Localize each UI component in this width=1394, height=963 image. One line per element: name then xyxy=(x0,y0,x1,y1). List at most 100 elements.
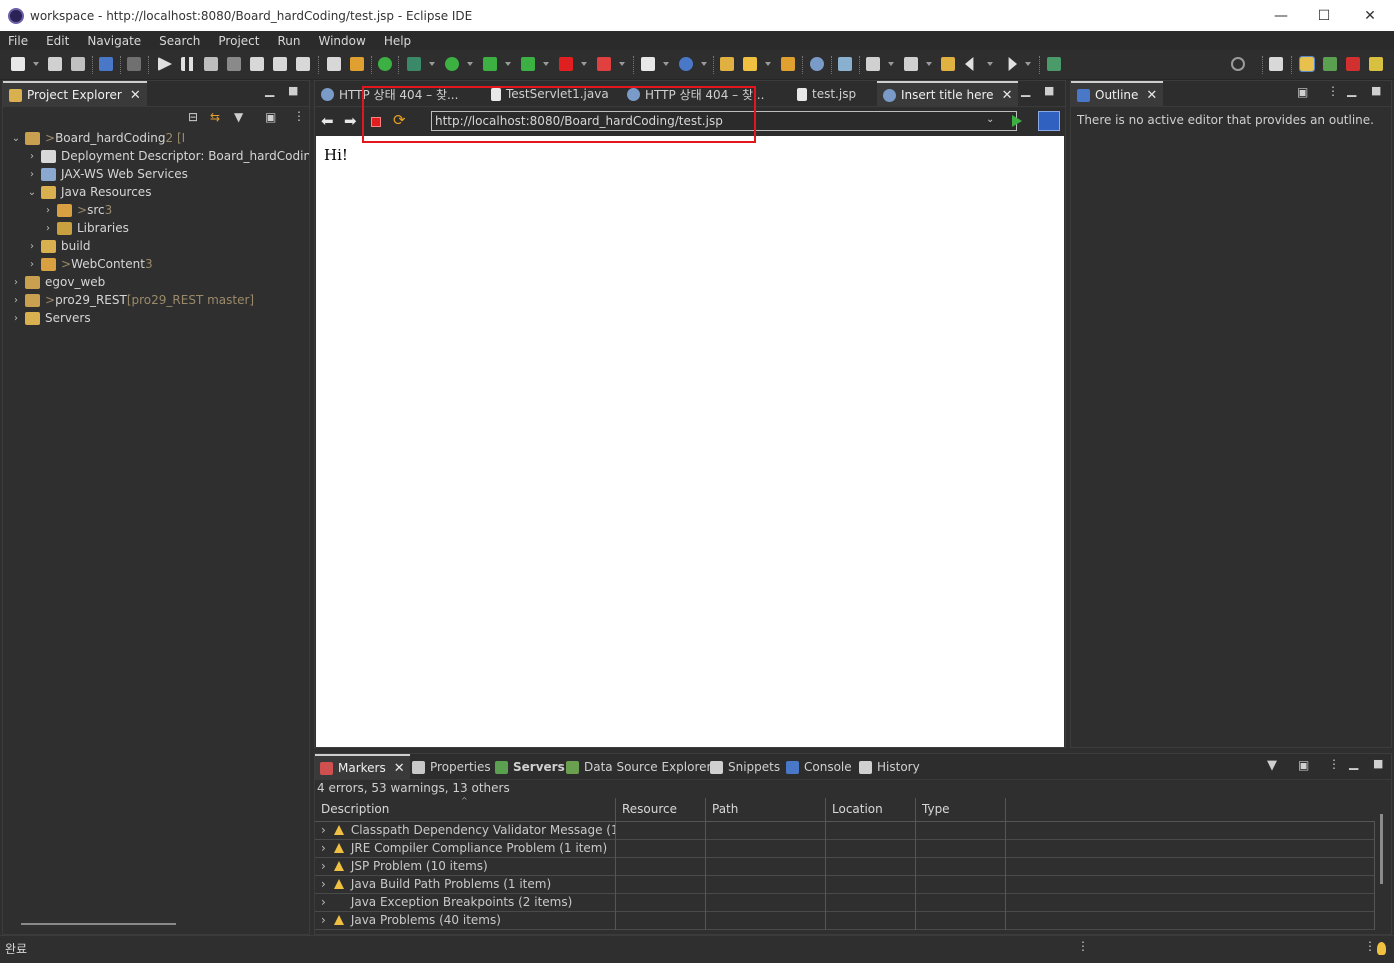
chevron-down-icon[interactable]: ⌄ xyxy=(11,133,21,144)
profile-icon[interactable] xyxy=(597,57,611,71)
view-menu-icon[interactable]: ▣ xyxy=(1298,758,1309,772)
tab-markers[interactable]: Markers ✕ xyxy=(315,754,410,780)
minimize-icon[interactable]: ▁ xyxy=(1021,83,1030,97)
tab-outline[interactable]: Outline ✕ xyxy=(1071,81,1164,107)
tab-testservlet1[interactable]: TestServlet1.java xyxy=(491,81,609,107)
tree-item[interactable]: › Deployment Descriptor: Board_hardCoding xyxy=(3,147,309,165)
tab-snippets[interactable]: Snippets xyxy=(710,754,780,780)
col-resource[interactable]: Resource xyxy=(616,798,706,821)
tab-insert-title-here[interactable]: Insert title here ✕ xyxy=(877,81,1019,107)
new-server-icon[interactable] xyxy=(641,57,655,71)
close-button[interactable]: ✕ xyxy=(1347,0,1393,31)
col-type[interactable]: Type xyxy=(916,798,1006,821)
chevron-down-icon[interactable]: ⌄ xyxy=(27,187,37,198)
step-return-icon[interactable] xyxy=(296,57,310,71)
tab-http-404-1[interactable]: HTTP 상태 404 – 찾... xyxy=(321,81,458,107)
maximize-icon[interactable]: ■ xyxy=(1044,84,1054,97)
chevron-right-icon[interactable]: › xyxy=(321,877,326,891)
new-web-service-icon[interactable] xyxy=(679,57,693,71)
terminal-icon[interactable] xyxy=(99,57,113,71)
menu-edit[interactable]: Edit xyxy=(38,34,79,48)
search-toolbar-icon[interactable] xyxy=(743,57,757,71)
col-location[interactable]: Location xyxy=(826,798,916,821)
lightbulb-icon[interactable] xyxy=(1377,942,1386,955)
menu-navigate[interactable]: Navigate xyxy=(79,34,151,48)
table-row[interactable]: › Java Build Path Problems (1 item) xyxy=(315,876,1375,894)
go-icon[interactable] xyxy=(1012,115,1022,127)
collapse-all-icon[interactable]: ⊟ xyxy=(188,110,198,124)
suspend-icon[interactable] xyxy=(181,57,195,71)
debug-icon[interactable] xyxy=(407,57,421,71)
chevron-right-icon[interactable]: › xyxy=(321,913,326,927)
drop-to-frame-icon[interactable] xyxy=(327,57,341,71)
tab-test-jsp[interactable]: test.jsp xyxy=(797,81,856,107)
chevron-right-icon[interactable]: › xyxy=(27,169,37,180)
tree-item[interactable]: › > src 3 xyxy=(3,201,112,219)
new-icon[interactable] xyxy=(11,57,25,71)
minimize-button[interactable]: — xyxy=(1258,0,1304,31)
col-path[interactable]: Path xyxy=(706,798,826,821)
tab-http-404-2[interactable]: HTTP 상태 404 – 찾... xyxy=(627,81,764,107)
chevron-right-icon[interactable]: › xyxy=(11,313,21,324)
chevron-right-icon[interactable]: › xyxy=(321,823,326,837)
tree-item[interactable]: › > pro29_REST [pro29_REST master] xyxy=(3,291,254,309)
chevron-right-icon[interactable]: › xyxy=(321,895,326,909)
run-external-icon[interactable] xyxy=(483,57,497,71)
chevron-down-icon[interactable]: ⌄ xyxy=(986,114,994,125)
more-icon[interactable]: ⋮ xyxy=(1327,84,1339,98)
prev-annotation-icon[interactable] xyxy=(904,57,918,71)
table-row[interactable]: › Classpath Dependency Validator Message … xyxy=(315,822,1375,840)
tree-item[interactable]: › build xyxy=(3,237,91,255)
menu-project[interactable]: Project xyxy=(210,34,269,48)
menu-window[interactable]: Window xyxy=(310,34,375,48)
link-editor-icon[interactable]: ⇆ xyxy=(210,110,220,124)
more-icon[interactable]: ⋮ xyxy=(1364,939,1376,953)
menu-file[interactable]: File xyxy=(0,34,38,48)
jee-perspective-icon[interactable] xyxy=(1299,56,1315,72)
table-row[interactable]: › Java Problems (40 items) xyxy=(315,912,1375,930)
filter-icon[interactable]: ▼ xyxy=(234,110,243,124)
git-perspective-icon[interactable] xyxy=(1369,57,1383,71)
tree-item[interactable]: › Servers xyxy=(3,309,91,327)
url-input[interactable]: http://localhost:8080/Board_hardCoding/t… xyxy=(431,111,1017,131)
terminate-icon[interactable] xyxy=(204,57,218,71)
use-step-filters-icon[interactable] xyxy=(350,57,364,71)
stop-icon[interactable] xyxy=(559,57,573,71)
search-icon[interactable] xyxy=(1231,57,1245,71)
more-icon[interactable]: ⋮ xyxy=(1328,757,1340,771)
tree-item[interactable]: ⌄ Java Resources xyxy=(3,183,152,201)
close-icon[interactable]: ✕ xyxy=(394,761,405,776)
back-arrow-icon[interactable]: ⬅ xyxy=(321,112,334,130)
stop-loading-icon[interactable] xyxy=(371,117,381,127)
view-menu-icon[interactable]: ▣ xyxy=(1297,85,1308,99)
skip-breakpoints-icon[interactable] xyxy=(127,57,141,71)
last-edit-icon[interactable] xyxy=(941,57,955,71)
chevron-right-icon[interactable]: › xyxy=(11,277,21,288)
open-perspective-icon[interactable] xyxy=(1269,57,1283,71)
open-type-icon[interactable] xyxy=(720,57,734,71)
chevron-right-icon[interactable]: › xyxy=(11,295,21,306)
open-task-icon[interactable] xyxy=(781,57,795,71)
back-icon[interactable] xyxy=(965,57,974,71)
chevron-right-icon[interactable]: › xyxy=(27,151,37,162)
table-row[interactable]: › Java Exception Breakpoints (2 items) xyxy=(315,894,1375,912)
save-icon[interactable] xyxy=(48,57,62,71)
toggle-mark-icon[interactable] xyxy=(838,57,852,71)
tab-console[interactable]: Console xyxy=(786,754,852,780)
resume-icon[interactable] xyxy=(158,57,172,71)
tree-item[interactable]: ⌄ > Board_hardCoding 2 [I xyxy=(3,129,185,147)
tree-item[interactable]: › > WebContent 3 xyxy=(3,255,153,273)
tab-history[interactable]: History xyxy=(859,754,920,780)
chevron-right-icon[interactable]: › xyxy=(27,241,37,252)
maximize-icon[interactable]: ■ xyxy=(288,84,298,97)
tree-item[interactable]: › egov_web xyxy=(3,273,105,291)
menu-run[interactable]: Run xyxy=(269,34,310,48)
close-icon[interactable]: ✕ xyxy=(1146,88,1157,103)
chevron-right-icon[interactable]: › xyxy=(321,841,326,855)
minimize-icon[interactable]: ▁ xyxy=(1347,83,1356,97)
maximize-icon[interactable]: ■ xyxy=(1371,84,1381,97)
horizontal-scrollbar[interactable] xyxy=(21,923,176,925)
tree-item[interactable]: › JAX-WS Web Services xyxy=(3,165,188,183)
maximize-icon[interactable]: ■ xyxy=(1373,757,1383,770)
tree-item[interactable]: › Libraries xyxy=(3,219,129,237)
